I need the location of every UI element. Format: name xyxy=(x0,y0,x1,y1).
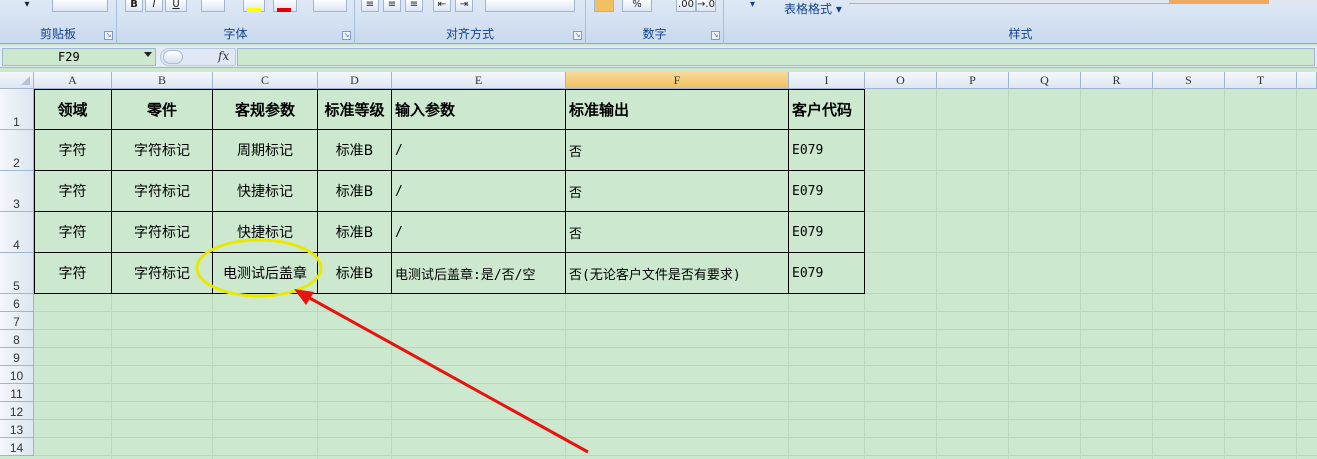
excel-window: ▾ 剪贴板 ↘ B I U 字体 ↘ ≡ ≡ ≡ ⇤ ⇥ 对齐方式 ↘ % .0… xyxy=(0,0,1317,459)
annotation-arrow-head xyxy=(294,289,314,305)
highlight-ellipse xyxy=(195,238,323,298)
annotation-overlay xyxy=(195,238,589,454)
annotation-arrow-shaft xyxy=(305,294,589,454)
